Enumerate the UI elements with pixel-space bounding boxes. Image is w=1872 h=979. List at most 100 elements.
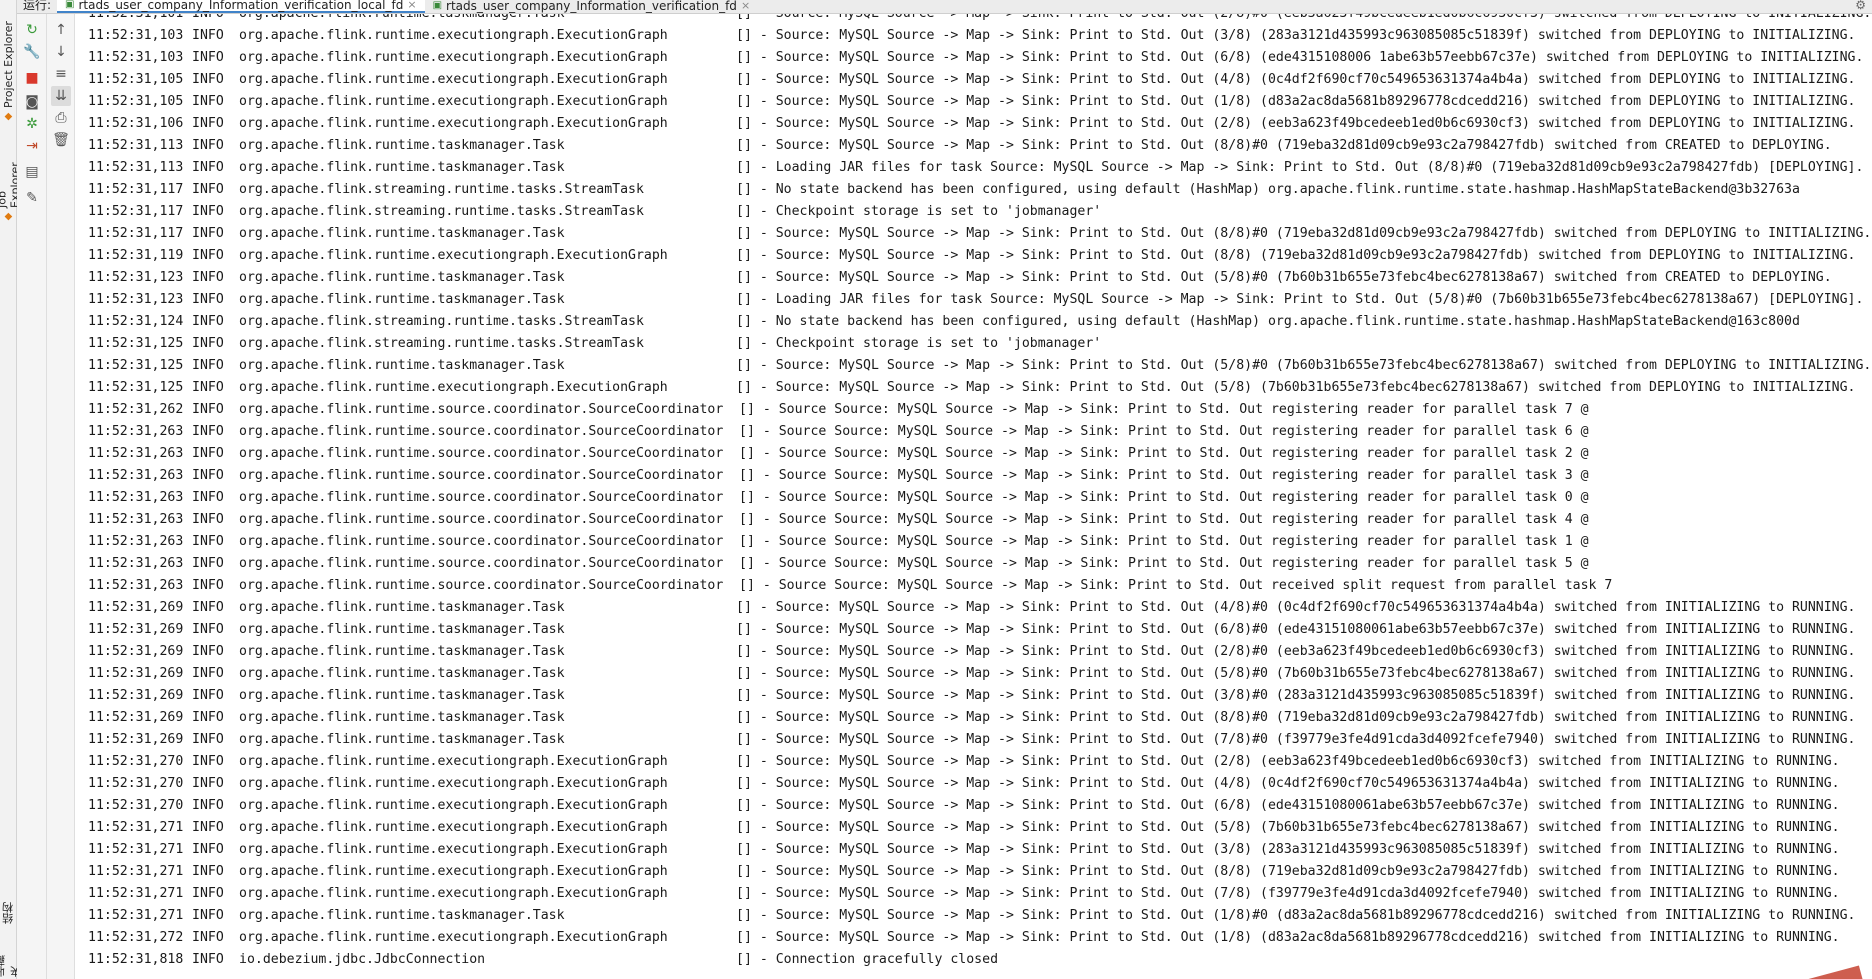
print-icon[interactable]: ⎙ [51, 108, 71, 128]
structure-label: 结构 [1, 902, 15, 924]
log-level: INFO [192, 182, 224, 197]
log-time: 11:52:31,272 [88, 930, 184, 945]
log-level: INFO [192, 688, 224, 703]
close-icon[interactable]: × [407, 0, 416, 11]
log-level: INFO [192, 754, 224, 769]
log-time: 11:52:31,271 [88, 842, 184, 857]
log-time: 11:52:31,117 [88, 182, 184, 197]
scroll-to-end-icon[interactable]: ⇊ [51, 86, 71, 106]
log-line: 11:52:31,269 INFO org.apache.flink.runtime… [88, 597, 1871, 619]
log-line: 11:52:31,270 INFO org.apache.flink.runtime… [88, 773, 1871, 795]
log-time: 11:52:31,270 [88, 754, 184, 769]
run-tab-bar: 运行: ▣ rtads_user_company_Information_ver… [17, 0, 1872, 14]
console-output[interactable]: 11:52:31,101INFOorg.apache.flink.runtime… [76, 14, 1872, 979]
run-tab-fd[interactable]: ▣ rtads_user_company_Information_verific… [425, 0, 759, 13]
log-logger: org.apache.flink.runtime.source.coordina… [239, 468, 724, 483]
arrow-up-icon[interactable]: ↑ [51, 20, 71, 40]
log-message: [] - Source: MySQL Source -> Map -> Sink… [736, 908, 1856, 923]
arrow-down-icon[interactable]: ↓ [51, 42, 71, 62]
log-line: 11:52:31,263 INFO org.apache.flink.runtime… [88, 553, 1871, 575]
log-logger: org.apache.flink.runtime.executiongraph.… [239, 864, 668, 879]
log-logger: org.apache.flink.runtime.taskmanager.Tas… [239, 138, 565, 153]
log-line: 11:52:31,263 INFO org.apache.flink.runtime… [88, 487, 1871, 509]
log-level: INFO [192, 776, 224, 791]
exit-icon[interactable]: ⇥ [22, 136, 42, 156]
log-level: INFO [192, 94, 224, 109]
log-time: 11:52:31,125 [88, 336, 184, 351]
log-message: [] - Source Source: MySQL Source -> Map … [739, 512, 1589, 527]
log-logger: org.apache.flink.runtime.executiongraph.… [239, 776, 668, 791]
pin-icon[interactable]: ✎ [22, 188, 42, 208]
camera-icon[interactable]: ◙ [22, 92, 42, 112]
log-message: [] - Source: MySQL Source -> Map -> Sink… [736, 72, 1856, 87]
soft-wrap-icon[interactable]: ≡ [51, 64, 71, 84]
log-level: INFO [192, 204, 224, 219]
log-message: [] - Source: MySQL Source -> Map -> Sink… [736, 226, 1872, 241]
log-message: [] - Source: MySQL Source -> Map -> Sink… [736, 28, 1856, 43]
log-logger: org.apache.flink.runtime.taskmanager.Tas… [239, 622, 565, 637]
log-level: INFO [192, 358, 224, 373]
log-level: INFO [192, 160, 224, 175]
log-line: 11:52:31,113 INFO org.apache.flink.runtime… [88, 157, 1871, 179]
close-icon[interactable]: × [741, 0, 750, 12]
log-message: [] - Source: MySQL Source -> Map -> Sink… [736, 50, 1864, 65]
log-time: 11:52:31,123 [88, 270, 184, 285]
log-line: 11:52:31,113 INFO org.apache.flink.runtime… [88, 135, 1871, 157]
log-logger: org.apache.flink.runtime.executiongraph.… [239, 116, 668, 131]
stop-icon[interactable]: ■ [22, 68, 42, 88]
log-message: [] - Source: MySQL Source -> Map -> Sink… [736, 666, 1856, 681]
log-logger: org.apache.flink.runtime.source.coordina… [239, 534, 724, 549]
log-message: [] - Source: MySQL Source -> Map -> Sink… [736, 116, 1856, 131]
log-level: INFO [192, 380, 224, 395]
log-line: 11:52:31,269 INFO org.apache.flink.runtime… [88, 619, 1871, 641]
project-explorer-tab[interactable]: ◆ Project Explorer [0, 16, 17, 124]
log-time: 11:52:31,124 [88, 314, 184, 329]
log-logger: org.apache.flink.runtime.source.coordina… [239, 556, 724, 571]
trash-icon[interactable]: 🗑 [51, 130, 71, 150]
log-time: 11:52:31,103 [88, 50, 184, 65]
log-logger: org.apache.flink.streaming.runtime.tasks… [239, 204, 644, 219]
log-message: [] - Source Source: MySQL Source -> Map … [739, 556, 1589, 571]
log-line: 11:52:31,269 INFO org.apache.flink.runtime… [88, 663, 1871, 685]
log-message: [] - Source Source: MySQL Source -> Map … [739, 534, 1589, 549]
log-line: 11:52:31,119 INFO org.apache.flink.runtime… [88, 245, 1871, 267]
log-message: [] - Source: MySQL Source -> Map -> Sink… [736, 776, 1840, 791]
favorites-tab[interactable]: 收藏夹 [0, 946, 23, 979]
log-message: [] - Source: MySQL Source -> Map -> Sink… [736, 14, 1871, 25]
log-logger: org.apache.flink.runtime.taskmanager.Tas… [239, 644, 565, 659]
rerun-icon[interactable]: ↻ [22, 20, 42, 40]
debug-icon[interactable]: ✲ [22, 114, 42, 134]
log-level: INFO [192, 820, 224, 835]
log-level: INFO [192, 226, 224, 241]
job-explorer-tab[interactable]: ◆ Job Explorer [0, 140, 22, 224]
log-line: 11:52:31,818 INFO io.debezium.jdbc.JdbcCon… [88, 949, 1871, 971]
log-logger: org.apache.flink.runtime.executiongraph.… [239, 380, 668, 395]
log-message: [] - Loading JAR files for task Source: … [736, 292, 1864, 307]
log-message: [] - Checkpoint storage is set to 'jobma… [736, 336, 1102, 351]
log-line: 11:52:31,103 INFO org.apache.flink.runtime… [88, 25, 1871, 47]
log-level: INFO [192, 842, 224, 857]
log-time: 11:52:31,263 [88, 578, 184, 593]
log-time: 11:52:31,263 [88, 490, 184, 505]
log-level: INFO [192, 50, 224, 65]
log-level: INFO [192, 292, 224, 307]
log-message: [] - Source: MySQL Source -> Map -> Sink… [736, 358, 1872, 373]
log-time: 11:52:31,113 [88, 160, 184, 175]
log-line: 11:52:31,103 INFO org.apache.flink.runtime… [88, 47, 1871, 69]
log-line: 11:52:31,125 INFO org.apache.flink.runtime… [88, 377, 1871, 399]
log-logger: org.apache.flink.runtime.source.coordina… [239, 402, 724, 417]
log-line: 11:52:31,271 INFO org.apache.flink.runtime… [88, 861, 1871, 883]
log-level: INFO [192, 534, 224, 549]
wrench-icon[interactable]: 🔧 [22, 42, 42, 62]
run-config-icon: ▣ [432, 0, 443, 11]
log-time: 11:52:31,269 [88, 710, 184, 725]
log-level: INFO [192, 864, 224, 879]
layout-icon[interactable]: ▤ [22, 162, 42, 182]
gear-icon[interactable]: ⚙ [1855, 0, 1866, 12]
log-level: INFO [192, 644, 224, 659]
structure-tab[interactable]: 结构 [0, 886, 17, 926]
log-lines: 11:52:31,101INFOorg.apache.flink.runtime… [88, 14, 1871, 971]
log-logger: org.apache.flink.runtime.executiongraph.… [239, 930, 668, 945]
run-tab-local-fd[interactable]: ▣ rtads_user_company_Information_verific… [57, 0, 425, 13]
log-time: 11:52:31,123 [88, 292, 184, 307]
